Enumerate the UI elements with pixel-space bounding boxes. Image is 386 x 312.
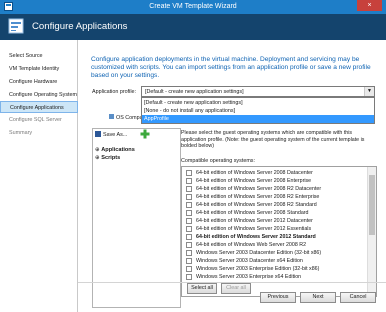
list-item[interactable]: 64-bit edition of Windows Web Server 200… [182, 241, 368, 249]
cancel-button[interactable]: Cancel [340, 292, 376, 303]
page-title: Configure Applications [32, 21, 128, 32]
list-item[interactable]: 64-bit edition of Windows Server 2008 R2… [182, 185, 368, 193]
sidebar-item-summary: Summary [9, 130, 33, 136]
dropdown-option-appprofile[interactable]: AppProfile [142, 115, 374, 123]
list-item[interactable]: 64-bit edition of Windows Server 2008 R2… [182, 201, 368, 209]
select-all-button[interactable]: Select all [187, 283, 217, 294]
window-title: Create VM Template Wizard [149, 3, 237, 10]
tree-item-label: Applications [101, 147, 135, 153]
list-item[interactable]: 64-bit edition of Windows Server 2008 St… [182, 209, 368, 217]
os-label: 64-bit edition of Windows Server 2012 Da… [196, 218, 313, 224]
add-icon[interactable] [140, 129, 150, 139]
compatible-os-label: Compatible operating systems: [181, 158, 256, 164]
application-profile-select[interactable]: [Default - create new application settin… [141, 86, 375, 97]
list-item[interactable]: 64-bit edition of Windows Server 2012 Es… [182, 225, 368, 233]
clear-all-button: Clear all [221, 283, 251, 294]
os-label: 64-bit edition of Windows Server 2008 St… [196, 210, 309, 216]
scrollbar-thumb[interactable] [369, 175, 375, 235]
list-item[interactable]: 64-bit edition of Windows Server 2008 R2… [182, 193, 368, 201]
list-item[interactable]: Windows Server 2003 Datacenter x64 Editi… [182, 257, 368, 265]
checkbox[interactable] [186, 226, 192, 232]
checkbox[interactable] [186, 218, 192, 224]
checkbox[interactable] [186, 202, 192, 208]
sidebar-item-configure-applications[interactable]: Configure Applications [0, 101, 78, 113]
os-label: 64-bit edition of Windows Server 2012 St… [196, 234, 316, 240]
os-label: 64-bit edition of Windows Server 2012 Es… [196, 226, 312, 232]
sidebar-item-vm-template-identity[interactable]: VM Template Identity [0, 63, 78, 75]
os-label: 64-bit edition of Windows Server 2008 R2… [196, 202, 317, 208]
dropdown-option-none[interactable]: [None - do not install any applications] [142, 107, 374, 115]
applications-icon [8, 18, 24, 34]
compatibility-note: Please select the guest operating system… [181, 130, 365, 150]
page-header: Configure Applications [0, 14, 386, 40]
list-item[interactable]: 64-bit edition of Windows Server 2008 En… [182, 177, 368, 185]
intro-text: Configure application deployments in the… [91, 56, 371, 80]
checkbox[interactable] [186, 258, 192, 264]
list-item[interactable]: Windows Server 2003 Datacenter Edition (… [182, 249, 368, 257]
checkbox[interactable] [186, 242, 192, 248]
tree-item-applications[interactable]: ⊕ Applications [95, 146, 135, 154]
os-label: 64-bit edition of Windows Server 2008 R2… [196, 186, 322, 192]
sidebar-item-select-source[interactable]: Select Source [0, 50, 78, 62]
checkbox[interactable] [186, 178, 192, 184]
checkbox[interactable] [186, 274, 192, 280]
os-label: Windows Server 2003 Datacenter Edition (… [196, 250, 322, 256]
os-list[interactable]: 64-bit edition of Windows Server 2008 Da… [181, 166, 377, 297]
next-button[interactable]: Next [300, 292, 336, 303]
os-label: 64-bit edition of Windows Web Server 200… [196, 242, 307, 248]
expand-icon[interactable]: ⊕ [95, 155, 100, 161]
footer-divider [78, 282, 386, 283]
list-item[interactable]: 64-bit edition of Windows Server 2012 Da… [182, 217, 368, 225]
os-label: Windows Server 2003 Enterprise Edition (… [196, 266, 320, 272]
application-profile-dropdown[interactable]: [Default - create new application settin… [141, 97, 375, 124]
vertical-scrollbar[interactable] [367, 167, 376, 296]
tree-item-label: Scripts [101, 155, 121, 161]
checkbox[interactable] [186, 170, 192, 176]
checkbox[interactable] [186, 234, 192, 240]
sidebar-item-configure-hardware[interactable]: Configure Hardware [0, 76, 78, 88]
wizard-sidebar: Select Source VM Template Identity Confi… [0, 40, 78, 312]
list-item[interactable]: 64-bit edition of Windows Server 2012 St… [182, 233, 368, 241]
main-content: Configure application deployments in the… [78, 40, 386, 312]
application-profile-label: Application profile: [92, 89, 137, 95]
os-label: 64-bit edition of Windows Server 2008 R2… [196, 194, 320, 200]
list-item[interactable]: Windows Server 2003 Enterprise Edition (… [182, 265, 368, 273]
os-compat-icon [109, 114, 114, 119]
checkbox[interactable] [186, 210, 192, 216]
title-bar: Create VM Template Wizard × [0, 0, 386, 14]
sidebar-item-configure-operating-system[interactable]: Configure Operating System [0, 89, 78, 101]
sidebar-item-configure-sql-server: Configure SQL Server [9, 117, 62, 123]
save-as-label: Save As... [103, 132, 128, 138]
tree-item-scripts[interactable]: ⊕ Scripts [95, 154, 120, 162]
list-item[interactable]: Windows Server 2003 Enterprise x64 Editi… [182, 273, 368, 281]
dropdown-option-default[interactable]: [Default - create new application settin… [142, 99, 374, 107]
close-button[interactable]: × [357, 0, 382, 11]
os-label: 64-bit edition of Windows Server 2008 Da… [196, 170, 313, 176]
checkbox[interactable] [186, 194, 192, 200]
application-profile-value: [Default - create new application settin… [145, 89, 244, 95]
save-as-button[interactable]: Save As... [95, 130, 127, 140]
os-label: Windows Server 2003 Enterprise x64 Editi… [196, 274, 302, 280]
save-icon [95, 131, 101, 137]
list-item[interactable]: 64-bit edition of Windows Server 2008 Da… [182, 169, 368, 177]
chevron-down-icon[interactable]: ▼ [364, 87, 374, 96]
previous-button[interactable]: Previous [260, 292, 296, 303]
os-label: 64-bit edition of Windows Server 2008 En… [196, 178, 312, 184]
checkbox[interactable] [186, 250, 192, 256]
os-compatibility-panel: Please select the guest operating system… [181, 128, 377, 308]
checkbox[interactable] [186, 266, 192, 272]
checkbox[interactable] [186, 186, 192, 192]
os-label: Windows Server 2003 Datacenter x64 Editi… [196, 258, 303, 264]
expand-icon[interactable]: ⊕ [95, 147, 100, 153]
